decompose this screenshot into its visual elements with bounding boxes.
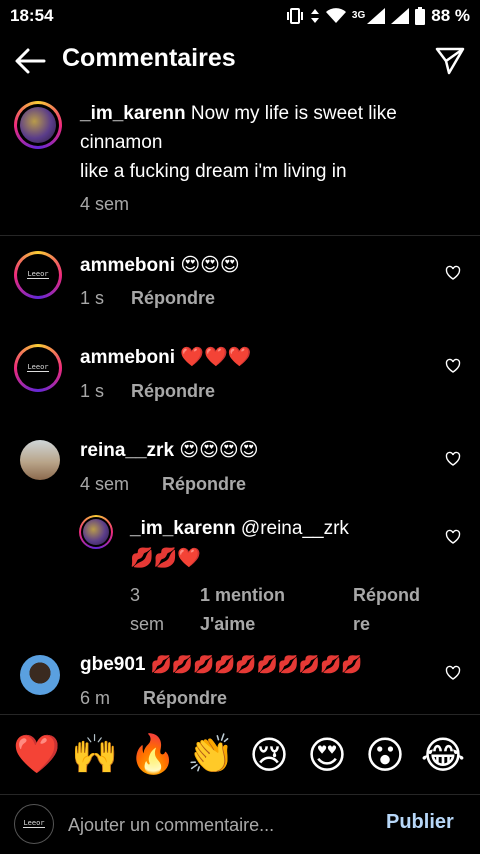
reply-avatar[interactable] xyxy=(79,515,113,549)
comment-avatar[interactable]: Leeor xyxy=(14,344,62,392)
emoji-quick-bar: ❤️ 🙌 🔥 👏 😢 😍 😮 😂 xyxy=(0,714,480,794)
comment-text: 😍😍😍😍 xyxy=(179,439,259,461)
emoji-fire[interactable]: 🔥 xyxy=(127,732,179,777)
caption-username[interactable]: _im_karenn xyxy=(80,103,186,124)
comment-time: 4 sem xyxy=(80,474,130,494)
battery-level: 88 % xyxy=(431,6,470,25)
signal-icon-2 xyxy=(391,8,410,24)
comment-username[interactable]: gbe901 xyxy=(80,654,145,675)
signal-icon xyxy=(367,8,386,24)
heart-outline-icon[interactable] xyxy=(445,529,461,545)
comment-avatar[interactable] xyxy=(20,440,60,480)
comment-text: 😍😍😍 xyxy=(180,254,240,276)
emoji-crying[interactable]: 😢 xyxy=(243,733,295,777)
reply-label-line1: Répond xyxy=(353,585,420,605)
heart-outline-icon[interactable] xyxy=(445,265,461,281)
comment-time: 6 m xyxy=(80,688,111,708)
heart-outline-icon[interactable] xyxy=(445,358,461,374)
heart-outline-icon[interactable] xyxy=(445,451,461,467)
network-type: 3G xyxy=(351,10,366,21)
reply-button[interactable]: Répond re xyxy=(353,581,420,639)
caption-text: _im_karenn Now my life is sweet like cin… xyxy=(80,99,460,186)
emoji-heart[interactable]: ❤️ xyxy=(11,732,63,777)
avatar-logo-text: Leeor xyxy=(27,270,49,279)
reply-mention[interactable]: @reina__zrk xyxy=(241,518,349,539)
reply-button[interactable]: Répondre xyxy=(143,688,227,708)
avatar-logo-text: Leeor xyxy=(23,819,45,828)
page-title: Commentaires xyxy=(62,44,236,72)
heart-outline-icon[interactable] xyxy=(445,665,461,681)
reply-likes-line1: 1 mention xyxy=(200,585,286,605)
composer-avatar: Leeor xyxy=(14,804,54,844)
data-transfer-icon xyxy=(310,9,319,23)
reply-username[interactable]: _im_karenn xyxy=(130,518,236,539)
status-time: 18:54 xyxy=(10,6,54,25)
caption: _im_karenn Now my life is sweet like cin… xyxy=(0,90,480,236)
reply-text: 💋💋❤️ xyxy=(130,547,201,569)
comment-avatar[interactable] xyxy=(20,655,60,695)
comment-text: 💋💋💋💋💋💋💋💋💋💋 xyxy=(150,655,363,675)
emoji-surprised[interactable]: 😮 xyxy=(359,733,411,777)
reply-likes-line2: J'aime xyxy=(200,614,256,634)
caption-line1: Now my life is sweet like xyxy=(190,103,397,124)
reply-button[interactable]: Répondre xyxy=(162,474,246,494)
caption-line2: cinnamon xyxy=(80,132,163,153)
avatar-logo-text: Leeor xyxy=(27,363,49,372)
status-bar: 18:54 3G 88 % xyxy=(0,0,480,32)
back-arrow-icon[interactable] xyxy=(14,47,46,75)
caption-avatar[interactable] xyxy=(14,101,62,149)
comment-username[interactable]: reina__zrk xyxy=(80,440,174,461)
reply-likes[interactable]: 1 mention J'aime xyxy=(200,581,285,639)
comment-time: 1 s xyxy=(80,288,105,308)
reply-time-line2: sem xyxy=(130,614,165,634)
comment-username[interactable]: ammeboni xyxy=(80,347,175,368)
emoji-tears-of-joy[interactable]: 😂 xyxy=(417,733,469,777)
comment-avatar[interactable]: Leeor xyxy=(14,251,62,299)
comment-text: ❤️❤️❤️ xyxy=(180,346,252,368)
reply-time-line1: 3 xyxy=(130,585,141,605)
caption-time: 4 sem xyxy=(80,194,130,214)
reply-label-line2: re xyxy=(353,614,371,634)
status-icons: 3G 88 % xyxy=(286,6,470,26)
emoji-heart-eyes[interactable]: 😍 xyxy=(301,733,353,777)
vibrate-icon xyxy=(286,8,303,24)
header: Commentaires xyxy=(0,32,480,90)
wifi-icon xyxy=(325,8,346,23)
comment-input[interactable] xyxy=(68,809,358,841)
comment-time: 1 s xyxy=(80,381,105,401)
reply-button[interactable]: Répondre xyxy=(131,288,215,308)
emoji-raised-hands[interactable]: 🙌 xyxy=(69,732,121,777)
reply-button[interactable]: Répondre xyxy=(131,381,215,401)
emoji-clap[interactable]: 👏 xyxy=(185,732,237,777)
battery-icon xyxy=(415,7,426,25)
publish-button[interactable]: Publier xyxy=(386,811,454,834)
comment-username[interactable]: ammeboni xyxy=(80,255,175,276)
caption-line3: like a fucking dream i'm living in xyxy=(80,161,347,182)
comment-composer: Leeor Publier xyxy=(0,794,480,854)
paper-plane-icon[interactable] xyxy=(434,46,466,76)
